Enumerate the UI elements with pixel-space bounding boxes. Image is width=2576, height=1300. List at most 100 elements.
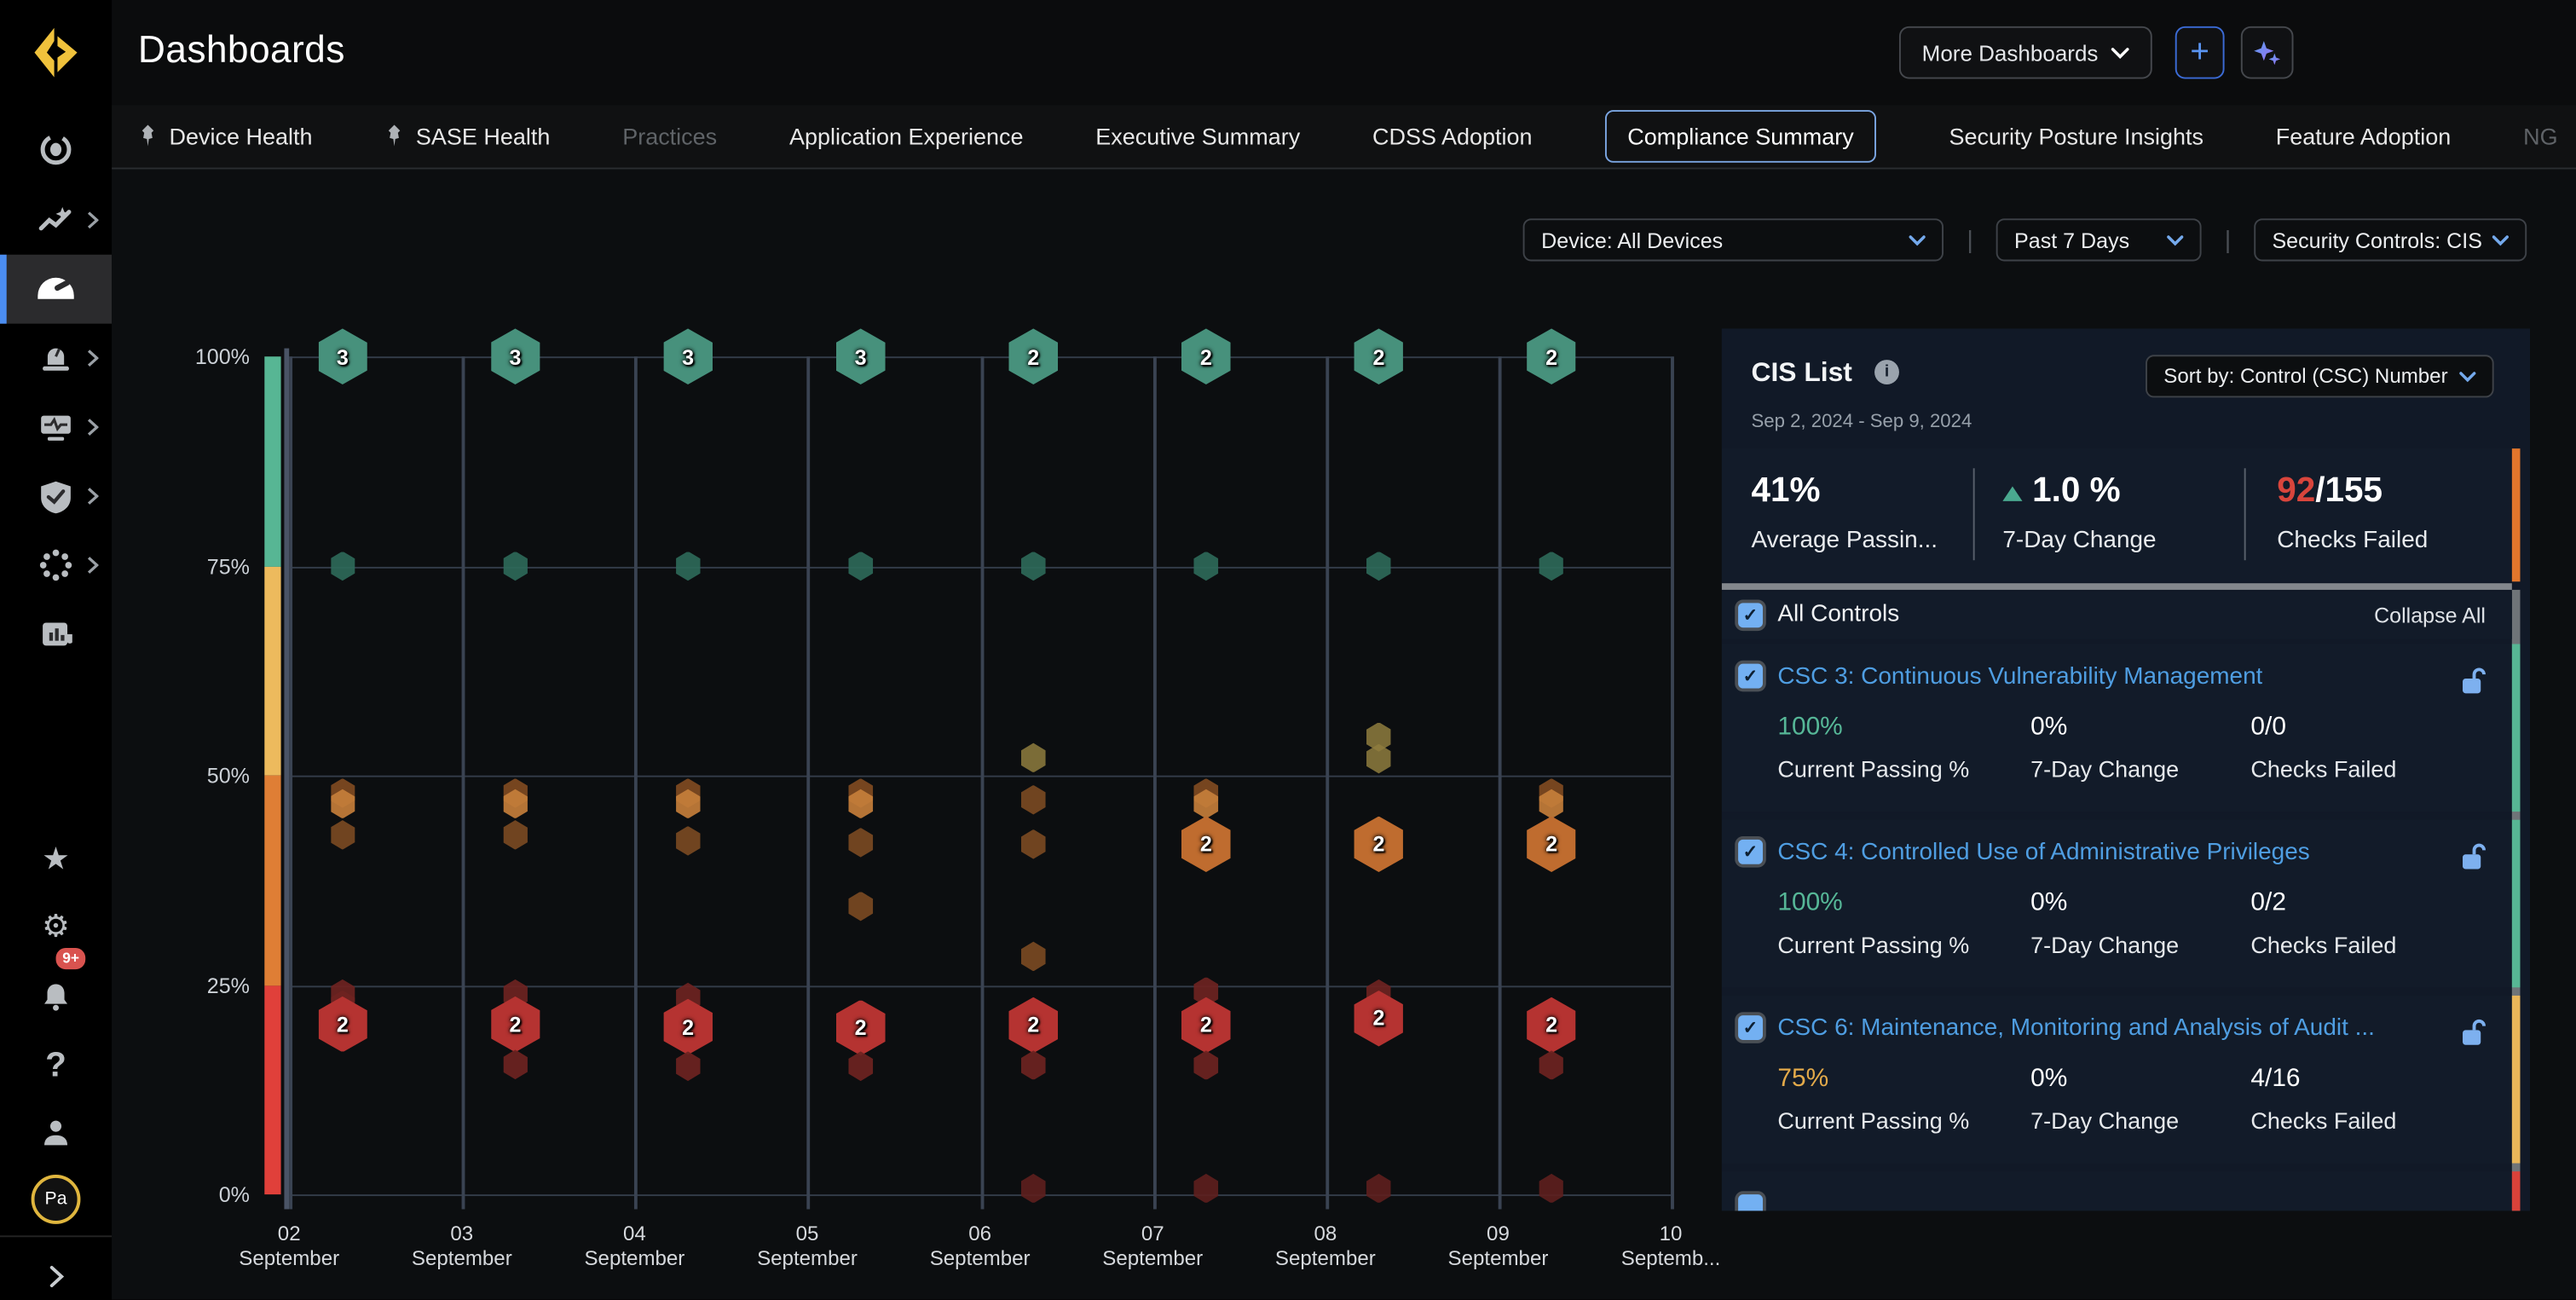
chart-marker[interactable]: 2 xyxy=(1008,997,1058,1054)
chart-marker[interactable] xyxy=(1366,744,1391,774)
csc-card[interactable]: ✓ CSC 3: Continuous Vulnerability Managem… xyxy=(1722,644,2512,812)
csc-checkbox[interactable] xyxy=(1738,1194,1763,1210)
sidebar-item-command-center[interactable] xyxy=(0,115,112,184)
sidebar-item-user[interactable] xyxy=(0,1097,112,1166)
sidebar-item-security-posture[interactable] xyxy=(0,462,112,531)
chart-marker[interactable] xyxy=(330,820,355,850)
filter-select-3[interactable]: Security Controls: CIS xyxy=(2254,218,2527,261)
chart-marker[interactable]: 2 xyxy=(1181,817,1231,873)
sidebar-item-account[interactable]: Pa xyxy=(0,1164,112,1234)
tab-executive-summary[interactable]: Executive Summary xyxy=(1095,124,1300,150)
sidebar-item-notifications[interactable]: 9+ xyxy=(0,961,112,1030)
sidebar-item-settings[interactable]: ⚙ xyxy=(0,893,112,962)
sidebar-item-device-monitor[interactable] xyxy=(0,393,112,462)
sidebar-item-favorites[interactable]: ★ xyxy=(0,825,112,894)
chart-marker[interactable] xyxy=(1021,942,1046,972)
tab-device-health[interactable]: Device Health xyxy=(138,124,313,150)
chart-marker[interactable]: 3 xyxy=(663,328,713,384)
chart-marker[interactable] xyxy=(1539,1050,1564,1080)
chart-marker[interactable]: 2 xyxy=(1527,817,1576,873)
chart-marker[interactable] xyxy=(848,1051,873,1081)
tab-sase-health[interactable]: SASE Health xyxy=(384,124,550,150)
csc-card[interactable]: ✓ CSC 4: Controlled Use of Administrative… xyxy=(1722,820,2512,988)
csc-card-link[interactable]: CSC 6: Maintenance, Monitoring and Analy… xyxy=(1777,1015,2375,1042)
chart-marker[interactable] xyxy=(1021,1174,1046,1204)
tab-cdss-adoption[interactable]: CDSS Adoption xyxy=(1372,124,1533,150)
add-dashboard-button[interactable]: + xyxy=(2175,26,2225,79)
chart-marker[interactable] xyxy=(330,552,355,581)
tab-practices[interactable]: Practices xyxy=(622,124,717,150)
filter-select-2[interactable]: Past 7 Days xyxy=(1996,218,2202,261)
unlock-icon[interactable] xyxy=(2461,843,2486,871)
csc-card-link[interactable]: CSC 3: Continuous Vulnerability Manageme… xyxy=(1777,664,2262,690)
tab-ng[interactable]: NG xyxy=(2523,124,2557,150)
chart-marker[interactable]: 3 xyxy=(318,328,367,384)
chart-marker[interactable]: 2 xyxy=(663,999,713,1055)
chart-marker[interactable]: 2 xyxy=(836,1000,886,1056)
chart-marker[interactable] xyxy=(1366,552,1391,581)
csc-checkbox[interactable]: ✓ xyxy=(1738,664,1763,689)
sidebar-item-help[interactable]: ? xyxy=(0,1030,112,1099)
chart-marker[interactable] xyxy=(848,892,873,922)
unlock-icon[interactable] xyxy=(2461,667,2486,695)
filter-select-1[interactable]: Device: All Devices xyxy=(1523,218,1944,261)
avatar[interactable]: Pa xyxy=(32,1175,81,1224)
chart-marker[interactable] xyxy=(1539,1174,1564,1204)
chart-marker[interactable] xyxy=(1021,829,1046,859)
chart-marker[interactable] xyxy=(848,828,873,858)
all-controls-checkbox[interactable]: ✓ xyxy=(1738,603,1763,627)
chart-marker[interactable]: 2 xyxy=(491,997,540,1053)
unlock-icon[interactable] xyxy=(2461,1019,2486,1047)
chart-marker[interactable] xyxy=(676,826,701,856)
chart-marker[interactable]: 3 xyxy=(491,328,540,384)
csc-card[interactable]: ✓ CSC 6: Maintenance, Monitoring and Anal… xyxy=(1722,996,2512,1164)
chart-marker[interactable]: 2 xyxy=(1181,328,1231,384)
sort-by-select[interactable]: Sort by: Control (CSC) Number xyxy=(2146,355,2494,397)
chart-marker[interactable] xyxy=(503,1049,528,1079)
chart-marker[interactable]: 2 xyxy=(318,997,367,1053)
ai-assistant-button[interactable] xyxy=(2241,26,2294,79)
chart-marker[interactable]: 2 xyxy=(1354,991,1404,1047)
tab-application-experience[interactable]: Application Experience xyxy=(789,124,1023,150)
chart-marker[interactable] xyxy=(503,552,528,581)
chart-marker[interactable] xyxy=(1193,1050,1218,1080)
chart-marker[interactable]: 2 xyxy=(1354,817,1404,873)
chart-marker[interactable] xyxy=(1193,552,1218,581)
chart-marker[interactable]: 2 xyxy=(1354,328,1404,384)
tab-feature-adoption[interactable]: Feature Adoption xyxy=(2276,124,2452,150)
csc-checkbox[interactable]: ✓ xyxy=(1738,1015,1763,1040)
chart-marker[interactable] xyxy=(1021,743,1046,773)
all-controls-row[interactable]: ✓ All Controls Collapse All xyxy=(1722,592,2512,639)
sidebar-expand-button[interactable] xyxy=(0,1242,112,1299)
collapse-all-button[interactable]: Collapse All xyxy=(2374,603,2486,627)
sidebar-item-reports[interactable] xyxy=(0,599,112,668)
info-icon[interactable]: i xyxy=(1874,360,1899,384)
chart-marker[interactable]: 2 xyxy=(1527,328,1576,384)
tab-security-posture-insights[interactable]: Security Posture Insights xyxy=(1949,124,2203,150)
chart-marker[interactable]: 3 xyxy=(836,328,886,384)
chart-marker[interactable] xyxy=(1021,1050,1046,1080)
tab-compliance-summary[interactable]: Compliance Summary xyxy=(1604,110,1876,163)
chart-marker[interactable] xyxy=(1021,552,1046,581)
chart-marker[interactable] xyxy=(676,552,701,581)
chart-marker[interactable] xyxy=(1366,1174,1391,1204)
chart-marker[interactable]: 2 xyxy=(1527,997,1576,1054)
chart-marker[interactable] xyxy=(1539,552,1564,581)
brand-logo[interactable] xyxy=(26,23,85,90)
sidebar-item-alerts[interactable] xyxy=(0,324,112,393)
chart-marker[interactable] xyxy=(1021,785,1046,815)
csc-checkbox[interactable]: ✓ xyxy=(1738,840,1763,864)
sidebar-item-activity-insights[interactable] xyxy=(0,186,112,255)
chart-marker[interactable]: 2 xyxy=(1008,328,1058,384)
csc-card-partial[interactable] xyxy=(1722,1171,2512,1210)
sidebar-item-integrations[interactable] xyxy=(0,531,112,600)
chart-marker[interactable] xyxy=(848,552,873,581)
chart-marker[interactable]: 2 xyxy=(1181,997,1231,1054)
chart-marker[interactable] xyxy=(503,820,528,850)
chart-marker[interactable] xyxy=(676,1051,701,1081)
panel-scroll-divider[interactable] xyxy=(1722,583,2512,590)
more-dashboards-button[interactable]: More Dashboards xyxy=(1899,26,2152,79)
chart-marker[interactable] xyxy=(1193,1174,1218,1204)
sidebar-item-dashboards[interactable] xyxy=(0,255,112,324)
csc-card-link[interactable]: CSC 4: Controlled Use of Administrative … xyxy=(1777,840,2309,866)
